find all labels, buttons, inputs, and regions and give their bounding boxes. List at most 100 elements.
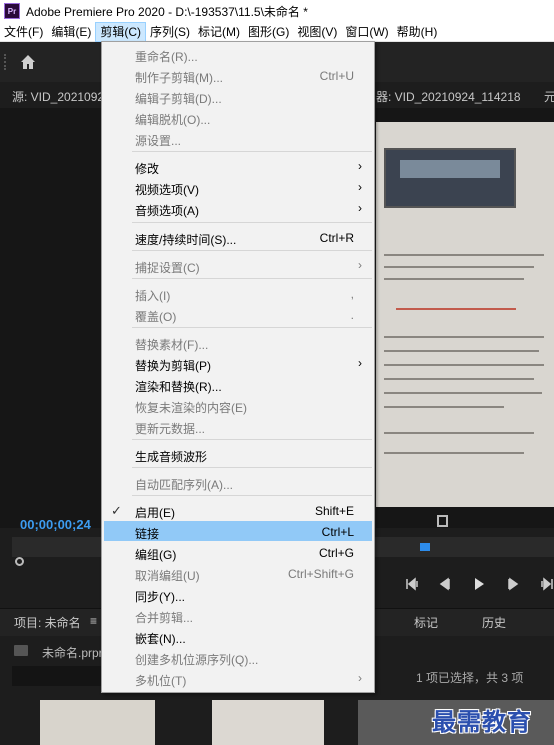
menu-separator xyxy=(132,222,372,223)
menu-item-label: 速度/持续时间(S)... xyxy=(135,233,237,247)
clip-thumbnail[interactable] xyxy=(40,700,155,745)
menu-item-speed-duration[interactable]: 速度/持续时间(S)... Ctrl+R xyxy=(104,227,372,247)
submenu-arrow-icon: › xyxy=(358,201,362,215)
selection-status: 1 项已选择，共 3 项 xyxy=(416,671,524,685)
menu-item-link[interactable]: 链接 Ctrl+L xyxy=(104,521,372,541)
menu-graphics[interactable]: 图形(G) xyxy=(244,22,293,42)
window-title: Adobe Premiere Pro 2020 - D:\-193537\11.… xyxy=(26,4,308,19)
menu-item-label: 音频选项(A) xyxy=(135,204,199,218)
menu-separator xyxy=(132,250,372,251)
menu-view[interactable]: 视图(V) xyxy=(293,22,341,42)
preview-screen-inner xyxy=(400,160,500,178)
panel-menu-icon[interactable]: ≡ xyxy=(90,614,97,628)
menu-item-video-options[interactable]: 视频选项(V) › xyxy=(104,177,372,197)
history-panel-tab[interactable]: 历史 xyxy=(482,614,506,631)
markers-panel-tab[interactable]: 标记 xyxy=(414,614,438,631)
submenu-arrow-icon: › xyxy=(358,159,362,173)
menu-item-shortcut: Ctrl+G xyxy=(318,546,354,560)
menu-item-capture-settings[interactable]: 捕捉设置(C) › xyxy=(104,255,372,275)
menu-item-rename[interactable]: 重命名(R)... xyxy=(104,44,372,64)
menu-item-label: 捕捉设置(C) xyxy=(135,261,200,275)
menu-item-overwrite[interactable]: 覆盖(O). xyxy=(104,304,372,324)
menu-item-merge-clips[interactable]: 合并剪辑... xyxy=(104,605,372,625)
menu-item-label: 编辑脱机(O)... xyxy=(135,113,211,127)
menu-item-label: 渲染和替换(R)... xyxy=(135,380,222,394)
home-icon[interactable] xyxy=(18,52,38,72)
menu-item-label: 创建多机位源序列(Q)... xyxy=(135,653,259,667)
menu-item-automate-to-sequence[interactable]: 自动匹配序列(A)... xyxy=(104,472,372,492)
menu-item-label: 制作子剪辑(M)... xyxy=(135,71,223,85)
menu-marker[interactable]: 标记(M) xyxy=(194,22,244,42)
menu-separator xyxy=(132,327,372,328)
folder-icon xyxy=(14,645,28,656)
step-back-icon[interactable] xyxy=(438,577,452,591)
menu-item-modify[interactable]: 修改 › xyxy=(104,156,372,176)
menu-item-insert[interactable]: 插入(I), xyxy=(104,283,372,303)
menu-item-audio-options[interactable]: 音频选项(A) › xyxy=(104,198,372,218)
menu-item-nest[interactable]: 嵌套(N)... xyxy=(104,626,372,646)
menu-item-ungroup[interactable]: 取消编组(U) Ctrl+Shift+G xyxy=(104,563,372,583)
metadata-panel-tab[interactable]: 元 xyxy=(544,88,554,105)
menu-bar: 文件(F) 编辑(E) 剪辑(C) 序列(S) 标记(M) 图形(G) 视图(V… xyxy=(0,21,554,42)
menu-file[interactable]: 文件(F) xyxy=(0,22,47,42)
menu-separator xyxy=(132,151,372,152)
menu-sequence[interactable]: 序列(S) xyxy=(146,22,194,42)
menu-item-enable[interactable]: ✓ 启用(E) Shift+E xyxy=(104,500,372,520)
clip-thumbnail[interactable] xyxy=(212,700,324,745)
menu-window[interactable]: 窗口(W) xyxy=(341,22,392,42)
menu-item-update-metadata[interactable]: 更新元数据... xyxy=(104,416,372,436)
menu-item-label: 源设置... xyxy=(135,134,182,148)
menu-separator xyxy=(132,278,372,279)
source-monitor xyxy=(0,108,102,528)
menu-item-label: 替换素材(F)... xyxy=(135,338,209,352)
menu-item-replace-with-clip[interactable]: 替换为剪辑(P) › xyxy=(104,353,372,373)
menu-item-multicam[interactable]: 多机位(T) › xyxy=(104,668,372,688)
program-preview-image xyxy=(376,122,554,507)
menu-item-label: 多机位(T) xyxy=(135,674,187,688)
preview-text-line xyxy=(384,364,544,366)
menu-item-replace-footage[interactable]: 替换素材(F)... xyxy=(104,332,372,352)
menu-item-shortcut: Shift+E xyxy=(314,504,354,518)
menu-item-edit-offline[interactable]: 编辑脱机(O)... xyxy=(104,107,372,127)
preview-heading-line xyxy=(396,308,516,310)
menu-help[interactable]: 帮助(H) xyxy=(393,22,442,42)
submenu-arrow-icon: › xyxy=(358,258,362,272)
menu-item-render-and-replace[interactable]: 渲染和替换(R)... xyxy=(104,374,372,394)
menu-item-restore-unrendered[interactable]: 恢复未渲染的内容(E) xyxy=(104,395,372,415)
menu-item-source-settings[interactable]: 源设置... xyxy=(104,128,372,148)
menu-item-shortcut: . xyxy=(350,308,354,322)
menu-item-edit-subclip[interactable]: 编辑子剪辑(D)... xyxy=(104,86,372,106)
playhead-marker[interactable] xyxy=(420,543,430,551)
zoom-handle[interactable] xyxy=(15,557,24,566)
program-panel-tab[interactable]: 器: VID_20210924_114218 xyxy=(376,88,521,105)
step-to-out-icon[interactable] xyxy=(538,577,554,591)
menu-item-label: 插入(I) xyxy=(135,289,171,303)
project-search-field[interactable] xyxy=(12,666,102,686)
step-forward-icon[interactable] xyxy=(506,577,520,591)
play-icon[interactable] xyxy=(472,577,486,591)
menu-item-create-multicam[interactable]: 创建多机位源序列(Q)... xyxy=(104,647,372,667)
project-panel-tab[interactable]: 项目: 未命名 xyxy=(14,614,81,631)
menu-item-label: 编组(G) xyxy=(135,548,177,562)
menu-item-label: 合并剪辑... xyxy=(135,611,194,625)
menu-item-label: 视频选项(V) xyxy=(135,183,199,197)
menu-edit[interactable]: 编辑(E) xyxy=(47,22,95,42)
source-timecode[interactable]: 00;00;00;24 xyxy=(20,517,91,532)
menu-item-label: 取消编组(U) xyxy=(135,569,200,583)
menu-separator xyxy=(132,495,372,496)
menu-item-label: 生成音频波形 xyxy=(135,450,208,464)
menu-item-make-subclip[interactable]: 制作子剪辑(M)... Ctrl+U xyxy=(104,65,372,85)
menu-item-synchronize[interactable]: 同步(Y)... xyxy=(104,584,372,604)
menu-item-group[interactable]: 编组(G) Ctrl+G xyxy=(104,542,372,562)
menu-item-shortcut: Ctrl+U xyxy=(319,69,354,83)
menu-item-shortcut: Ctrl+Shift+G xyxy=(287,567,354,581)
preview-text-line xyxy=(384,278,524,280)
clip-settings-icon[interactable] xyxy=(437,515,448,527)
menu-item-generate-waveform[interactable]: 生成音频波形 xyxy=(104,444,372,464)
project-file-name: 未命名.prpro xyxy=(42,646,110,660)
preview-text-line xyxy=(384,452,524,454)
preview-text-line xyxy=(384,336,544,338)
menu-item-label: 编辑子剪辑(D)... xyxy=(135,92,222,106)
menu-clip[interactable]: 剪辑(C) xyxy=(95,21,146,42)
step-to-in-icon[interactable] xyxy=(405,577,421,591)
